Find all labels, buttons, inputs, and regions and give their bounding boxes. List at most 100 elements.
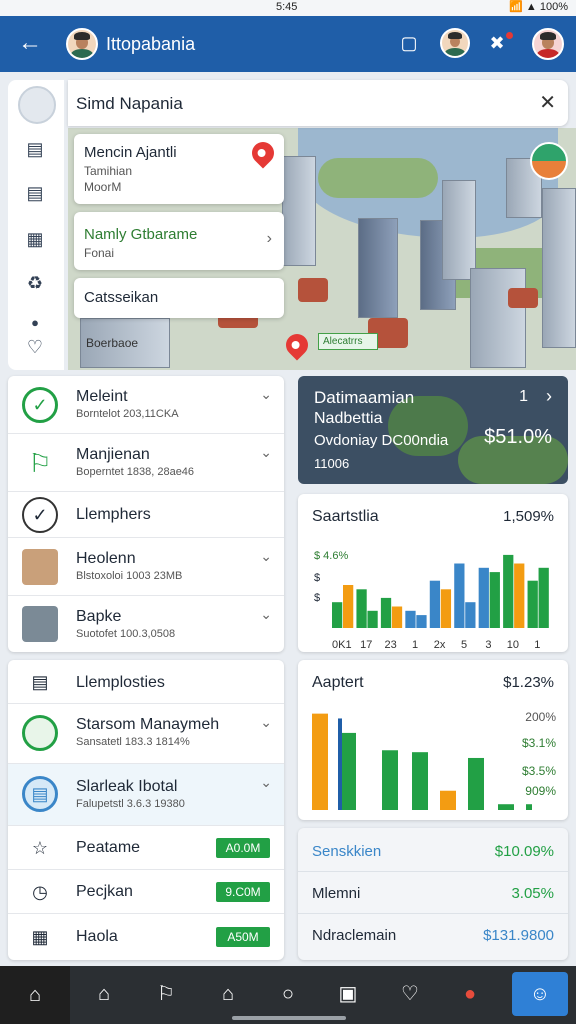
- map-tag[interactable]: Alecatrrs: [318, 333, 378, 350]
- item-subtitle: Blstoxoloi 1003 23MB: [76, 570, 183, 582]
- chart-value: 1,509%: [503, 508, 554, 525]
- stats-card[interactable]: Datimaamian Nadbettia Ovdoniay DC00ndia …: [298, 376, 568, 484]
- stats-count: 1: [519, 388, 528, 405]
- list-item[interactable]: ✓ Llemphers: [8, 492, 284, 538]
- summary-value: $10.09%: [494, 843, 554, 860]
- bar: [514, 563, 525, 628]
- list-item[interactable]: Starsom Manaymeh Sansatetl 183.3 1814% ⌄: [8, 704, 284, 764]
- heart-icon[interactable]: ♡: [392, 976, 428, 1012]
- list-header[interactable]: ▤ Llemplosties: [8, 660, 284, 704]
- map-label: Boerbaoe: [86, 336, 139, 350]
- summary-row[interactable]: Ndraclemain $131.9800: [298, 914, 568, 956]
- bar: [526, 804, 532, 810]
- map-building: [470, 268, 526, 368]
- bar-chart-1: 0K1 17 23 1 2x 5 3 10 1: [332, 554, 549, 651]
- user-avatar[interactable]: [66, 28, 98, 60]
- item-title: Llemplosties: [76, 674, 165, 691]
- item-title: Bapke: [76, 608, 122, 625]
- chevron-right-icon[interactable]: ›: [546, 386, 552, 407]
- bar: [356, 589, 367, 628]
- bar: [405, 610, 416, 628]
- place-card[interactable]: Mencin Ajantli Tamihian MoorM: [74, 134, 284, 204]
- list-item[interactable]: ⚐ Manjienan Boperntet 1838, 28ae46 ⌄: [8, 434, 284, 492]
- home-icon[interactable]: ⌂: [0, 966, 70, 1024]
- globe-icon[interactable]: [530, 142, 568, 180]
- person-avatar-icon: [22, 715, 58, 751]
- bar: [343, 585, 354, 628]
- flag-icon: ⚐: [28, 448, 52, 478]
- place-card[interactable]: Namly Gtbarame Fonai ›: [74, 212, 284, 270]
- notification-dot: [506, 32, 513, 39]
- chevron-right-icon: ›: [266, 230, 272, 247]
- list-item[interactable]: ☆ Peatame A0.0M: [8, 826, 284, 870]
- document-icon[interactable]: ▤: [22, 180, 48, 206]
- bar: [527, 580, 538, 628]
- item-subtitle: Falupetstl 3.6.3 19380: [76, 798, 185, 810]
- thumbnail-image: [22, 549, 58, 585]
- stats-title: Datimaamian: [314, 388, 415, 407]
- list-item[interactable]: ✓ Meleint Borntelot 203,11CKA ⌄: [8, 376, 284, 434]
- search-label: Simd Napania: [76, 94, 183, 113]
- place-card[interactable]: Catsseikan: [74, 278, 284, 318]
- bar: [454, 563, 465, 628]
- app-blob-icon[interactable]: ●: [452, 976, 488, 1012]
- list-panel: ✓ Meleint Borntelot 203,11CKA ⌄ ⚐ Manjie…: [8, 376, 284, 652]
- location-dot-icon[interactable]: ●: [22, 310, 48, 336]
- house-outline-icon[interactable]: ⌂: [210, 976, 246, 1012]
- tick-label: 10: [507, 639, 519, 651]
- calendar-icon[interactable]: ▦: [22, 226, 48, 252]
- chart-card: Saartstlia 1,509% $ 4.6% $ $ 0K1 17 23 1 2x 5…: [298, 494, 568, 652]
- list-item[interactable]: Heolenn Blstoxoloi 1003 23MB ⌄: [8, 538, 284, 596]
- home-indicator[interactable]: [232, 1016, 346, 1020]
- back-arrow-icon[interactable]: ←: [18, 29, 42, 57]
- tick-label: 2x: [434, 639, 446, 651]
- tick-label: 1: [412, 639, 418, 651]
- share-icon[interactable]: ▢: [396, 30, 422, 56]
- list-item[interactable]: Bapke Suotofet 100.3,0508 ⌄: [8, 596, 284, 652]
- map-building: [442, 180, 476, 280]
- map-park: [318, 158, 438, 198]
- contact-avatar[interactable]: [440, 28, 470, 58]
- tick-label: 3: [485, 639, 491, 651]
- profile-avatar[interactable]: [532, 28, 564, 60]
- document-icon: ▤: [22, 776, 58, 812]
- stats-id: 11006: [314, 456, 350, 471]
- flag-icon[interactable]: ⚐: [148, 976, 184, 1012]
- list-icon: ▤: [31, 672, 49, 692]
- bar: [440, 589, 452, 628]
- recycle-icon[interactable]: ♻: [22, 270, 48, 296]
- summary-row[interactable]: Mlemni 3.05%: [298, 872, 568, 914]
- place-title: Mencin Ajantli: [84, 144, 177, 161]
- bar: [503, 554, 514, 628]
- bar: [478, 567, 489, 628]
- profile-icon[interactable]: ☺: [512, 972, 568, 1016]
- circle-icon[interactable]: ○: [270, 976, 306, 1012]
- close-icon[interactable]: ✕: [539, 90, 556, 115]
- list-item[interactable]: ◷ Pecjkan 9.C0M: [8, 870, 284, 914]
- square-icon[interactable]: ▣: [330, 976, 366, 1012]
- bar: [412, 752, 428, 810]
- chevron-down-icon: ⌄: [260, 444, 272, 460]
- heart-icon[interactable]: ♡: [22, 334, 48, 360]
- layers-icon[interactable]: ▤: [22, 136, 48, 162]
- list-item[interactable]: ▦ Haola A50M: [8, 914, 284, 960]
- calendar-icon: ▦: [31, 927, 49, 947]
- place-title: Namly Gtbarame: [84, 226, 198, 243]
- status-bar: 5:45 📶 ▲ 100%: [0, 0, 576, 16]
- list-item[interactable]: ▤ Slarleak Ibotal Falupetstl 3.6.3 19380…: [8, 764, 284, 826]
- search-bar[interactable]: Simd Napania ✕: [68, 80, 568, 126]
- place-subtitle: Fonai: [84, 246, 115, 260]
- bar: [367, 610, 378, 628]
- app-logo-icon[interactable]: [18, 86, 56, 124]
- summary-value: 3.05%: [511, 885, 554, 902]
- bar: [382, 750, 398, 810]
- item-title: Heolenn: [76, 550, 136, 567]
- summary-row[interactable]: Senskkien $10.09%: [298, 830, 568, 872]
- status-circle-icon: ✓: [22, 387, 58, 423]
- chevron-down-icon: ⌄: [260, 714, 272, 730]
- bar: [391, 606, 403, 628]
- house-icon[interactable]: ⌂: [86, 976, 122, 1012]
- thumbnail-image: [22, 606, 58, 642]
- chevron-down-icon: ⌄: [260, 774, 272, 790]
- chart-title: Saartstlia: [312, 508, 379, 525]
